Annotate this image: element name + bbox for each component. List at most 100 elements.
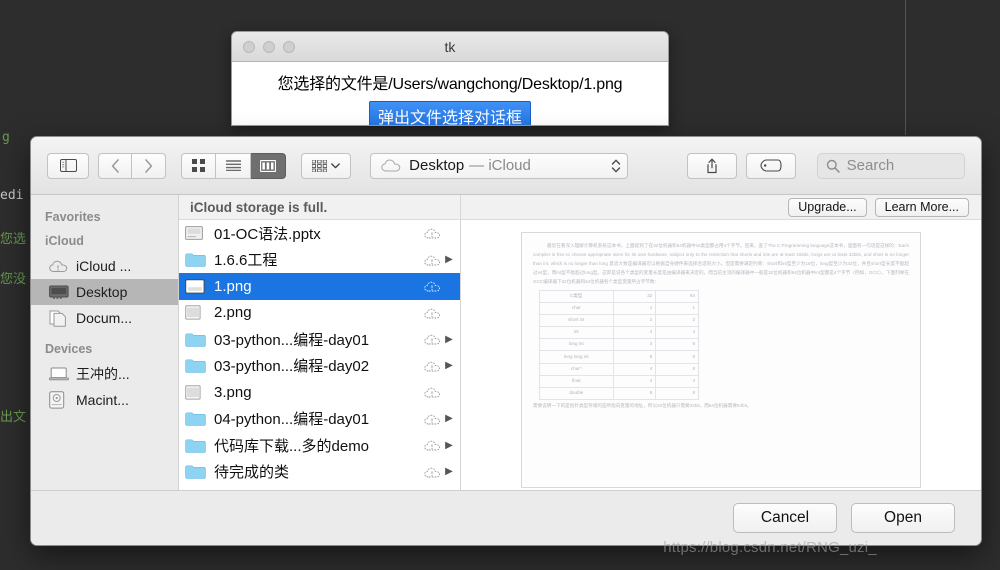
bg-text-fragment: edi [0, 188, 24, 203]
folder-icon [185, 332, 207, 347]
pptx-icon [185, 226, 207, 241]
preview-table-cell: long long int [539, 350, 614, 364]
learn-more-button[interactable]: Learn More... [874, 197, 969, 217]
view-mode-buttons [181, 152, 287, 179]
disclosure-arrow-icon: ▶ [445, 413, 453, 425]
file-list[interactable]: 01-OC语法.pptx 1.6.6工程 ▶ 1.png 2.png 03-python.… [179, 220, 460, 490]
path-sublabel: — iCloud [469, 157, 531, 174]
preview-column: Upgrade... Learn More... 最近在看深入理解计算机系统这本… [461, 195, 981, 490]
preview-table-header-cell: C类型 [539, 289, 614, 303]
preview-table-cell: int [539, 326, 614, 340]
updown-chevrons-icon [611, 158, 621, 174]
disclosure-arrow-icon: ▶ [445, 360, 453, 372]
sidebar-item-documents[interactable]: Docum... [31, 305, 178, 331]
finder-footer: Cancel Open [31, 490, 981, 545]
preview-table-cell: 4 [612, 362, 657, 376]
preview-table-cell: double [539, 386, 614, 401]
group-by-button[interactable] [301, 152, 352, 179]
tk-button-row: 弹出文件选择对话框 [232, 98, 668, 125]
list-view-button[interactable] [216, 152, 252, 179]
preview-table-row: long int 4 8 [539, 338, 699, 352]
folder-icon [185, 464, 207, 479]
share-button[interactable] [687, 152, 737, 179]
sidebar-item-label: Desktop [76, 284, 128, 300]
file-row[interactable]: 1.6.6工程 ▶ [179, 247, 460, 274]
tags-button[interactable] [745, 152, 796, 179]
sidebar-item-desktop[interactable]: Desktop [31, 279, 178, 305]
search-input[interactable]: Search [816, 152, 966, 179]
preview-table-cell: 1 [612, 301, 657, 316]
icloud-status-icon [424, 280, 442, 292]
chevron-right-icon [144, 158, 153, 173]
sidebar-toggle-button[interactable] [47, 152, 90, 179]
watermark: https://blog.csdn.net/RNG_uzi_ [663, 539, 877, 556]
search-icon [826, 159, 840, 173]
file-row[interactable]: 2.png [179, 300, 460, 327]
disclosure-arrow-icon: ▶ [445, 333, 453, 345]
sidebar-icon [59, 159, 77, 172]
preview-table-row: float 4 4 [539, 374, 699, 388]
preview-table-cell: 8 [655, 338, 699, 352]
list-icon [225, 160, 241, 171]
bg-text-fragment: g [2, 130, 10, 145]
file-name: 01-OC语法.pptx [214, 225, 321, 243]
preview-wrapper: 最近在看深入理解计算机系统这本书，上面提到了在32位机器和64机器中int类型都… [461, 220, 981, 490]
file-row[interactable]: 03-python...编程-day02 ▶ [179, 353, 460, 380]
sidebar-item-laptop[interactable]: 王冲的... [31, 361, 178, 387]
group-icon [312, 159, 328, 172]
preview-table-row: char* 4 8 [539, 362, 699, 376]
image-alt-icon [185, 305, 207, 320]
file-name: 1.6.6工程 [214, 252, 278, 270]
sidebar-item-label: Docum... [76, 310, 133, 326]
icloud-status-icon [424, 307, 442, 319]
image-icon [185, 278, 207, 294]
folder-icon [185, 252, 207, 267]
back-button[interactable] [98, 152, 133, 179]
documents-icon [49, 310, 69, 327]
sidebar-item-label: iCloud ... [76, 258, 132, 274]
preview-table-cell: char [539, 301, 614, 316]
sidebar-item-icloud-drive[interactable]: iCloud ... [31, 253, 178, 279]
sidebar-header-devices: Devices [45, 342, 93, 356]
column-view-button[interactable] [251, 152, 287, 179]
disclosure-arrow-icon: ▶ [445, 439, 453, 451]
folder-icon [185, 438, 207, 453]
file-preview-image: 最近在看深入理解计算机系统这本书，上面提到了在32位机器和64机器中int类型都… [521, 232, 921, 488]
disclosure-arrow-icon: ▶ [445, 254, 453, 266]
laptop-icon [49, 367, 69, 381]
tk-titlebar: tk [232, 32, 668, 62]
file-row[interactable]: 代码库下载...多的demo ▶ [179, 432, 460, 459]
preview-table-header-cell: 64 [655, 289, 699, 303]
preview-table-header-cell: 32 [612, 289, 657, 303]
preview-table-row: long long int 8 8 [539, 350, 699, 364]
forward-button[interactable] [132, 152, 167, 179]
file-name: 03-python...编程-day01 [214, 331, 370, 349]
file-row[interactable]: 3.png [179, 379, 460, 406]
file-name: 04-python...编程-day01 [214, 411, 370, 429]
ide-pane-divider [905, 0, 906, 135]
bg-text-fragment: 您没 [0, 272, 27, 287]
preview-table-row: char 1 1 [539, 301, 699, 316]
cancel-button[interactable]: Cancel [733, 503, 837, 533]
path-popup-button[interactable]: Desktop — iCloud [370, 152, 629, 179]
file-row[interactable]: 03-python...编程-day01 ▶ [179, 326, 460, 353]
sidebar-header-favorites: Favorites [45, 210, 101, 224]
preview-table-cell: short int [539, 314, 614, 328]
open-file-dialog-button[interactable]: 弹出文件选择对话框 [368, 101, 531, 125]
file-row[interactable]: 04-python...编程-day01 ▶ [179, 406, 460, 433]
icon-view-button[interactable] [181, 152, 217, 179]
sidebar-item-label: Macint... [76, 392, 129, 408]
upgrade-button[interactable]: Upgrade... [788, 197, 867, 217]
file-row[interactable]: 1.png [179, 273, 460, 300]
cloud-icon [381, 159, 401, 172]
open-button[interactable]: Open [851, 503, 955, 533]
file-row[interactable]: 01-OC语法.pptx [179, 220, 460, 247]
chevron-left-icon [111, 158, 120, 173]
path-label: Desktop [409, 157, 465, 174]
preview-table-cell: 2 [655, 314, 699, 328]
file-row[interactable]: 待完成的类 ▶ [179, 459, 460, 486]
sidebar-item-macintosh-hd[interactable]: Macint... [31, 387, 178, 413]
file-name: 代码库下载...多的demo [214, 437, 370, 455]
disclosure-arrow-icon: ▶ [445, 466, 453, 478]
preview-table-cell: 8 [655, 362, 699, 376]
